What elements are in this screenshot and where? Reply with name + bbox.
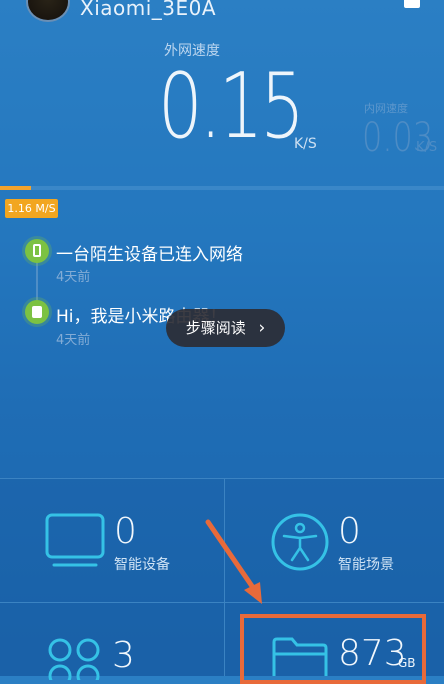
divider xyxy=(0,478,444,479)
annotation-arrow xyxy=(205,519,262,604)
external-speed-value: 0.15 xyxy=(158,54,305,159)
smart-scene-label[interactable]: 智能场景 xyxy=(338,554,394,574)
step-reading-button[interactable]: 步骤阅读 › xyxy=(166,309,285,347)
apps-count: 3 xyxy=(112,635,135,676)
top-bar: Xiaomi_3E0A xyxy=(0,0,444,22)
external-speed-unit: K/S xyxy=(294,136,317,152)
feed-item-time: 4天前 xyxy=(56,270,91,285)
step-reading-label: 步骤阅读 xyxy=(185,319,246,337)
speed-progress-bar xyxy=(0,186,444,190)
feed-item-title[interactable]: 一台陌生设备已连入网络 xyxy=(56,240,243,265)
internal-speed-unit: K/S xyxy=(416,140,438,155)
menu-icon[interactable] xyxy=(404,0,420,8)
router-icon xyxy=(25,300,49,324)
phone-icon xyxy=(25,239,49,263)
person-icon[interactable] xyxy=(270,512,330,572)
device-name[interactable]: Xiaomi_3E0A xyxy=(80,0,216,20)
smart-scene-count: 0 xyxy=(338,511,361,552)
annotation-highlight xyxy=(240,614,426,684)
internal-speed-label: 内网速度 xyxy=(364,102,408,115)
apps-icon[interactable] xyxy=(48,636,104,680)
chevron-right-icon: › xyxy=(258,318,266,338)
speed-progress-fill xyxy=(0,186,32,190)
feed-item-time: 4天前 xyxy=(56,333,91,348)
smart-device-label[interactable]: 智能设备 xyxy=(114,554,170,574)
smart-device-count: 0 xyxy=(114,511,137,552)
speed-badge: 1.16 M/S xyxy=(5,199,58,218)
timeline-line xyxy=(36,262,38,304)
tv-icon[interactable] xyxy=(44,512,106,570)
avatar[interactable] xyxy=(26,0,70,22)
